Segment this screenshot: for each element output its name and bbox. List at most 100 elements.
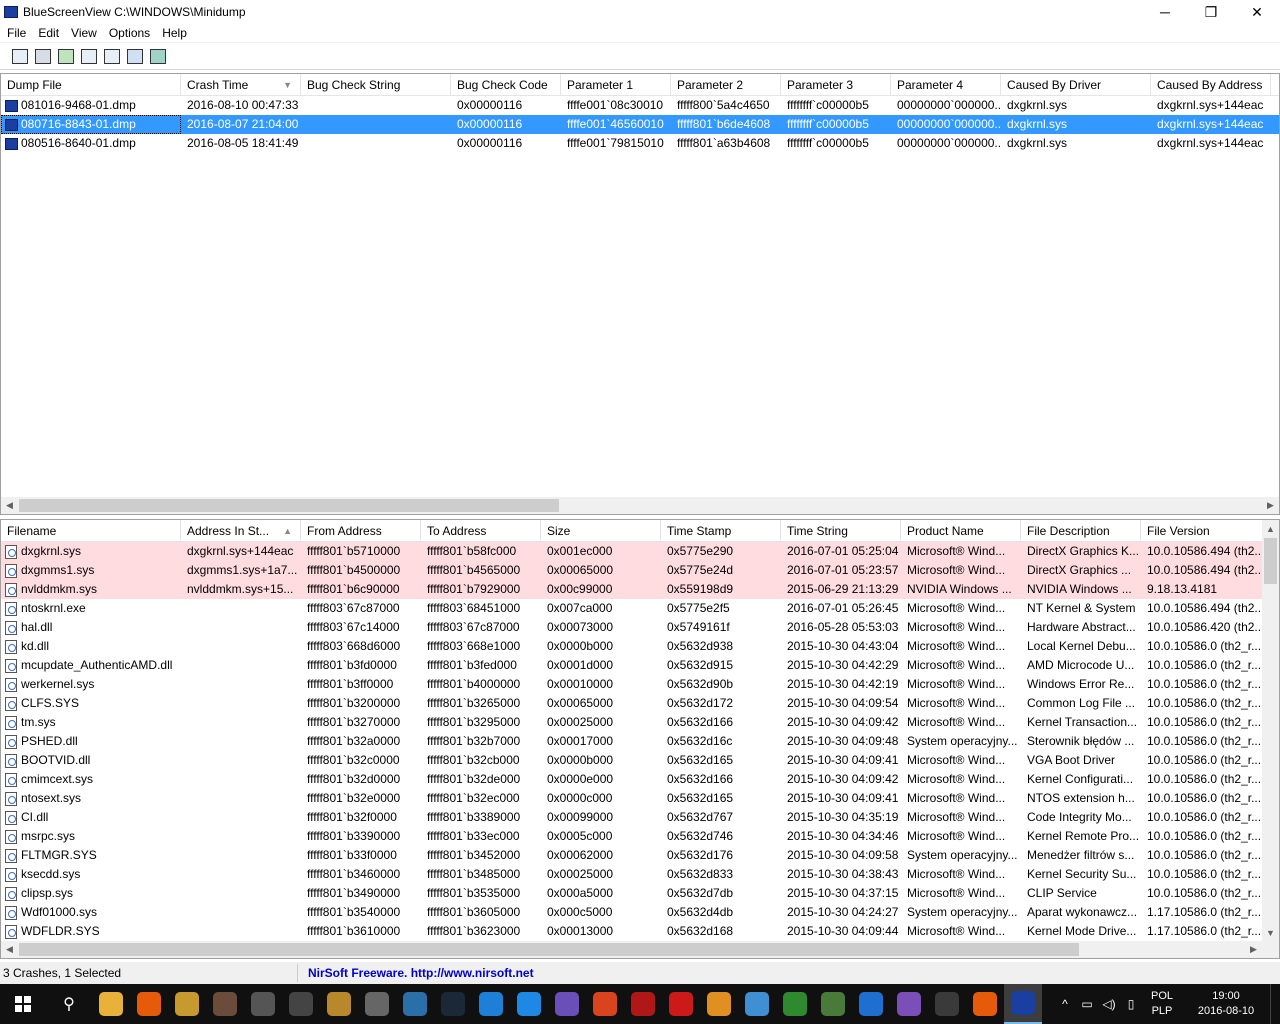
driver-row[interactable]: mcupdate_AuthenticAMD.dll fffff801`b3fd00… (1, 656, 1279, 675)
message-icon[interactable]: ▯ (1120, 997, 1142, 1011)
driver-header-from-address[interactable]: From Address (301, 520, 421, 541)
language-indicator[interactable]: POL PLP (1142, 989, 1182, 1019)
crash-header-caused-by-driver[interactable]: Caused By Driver (1001, 74, 1151, 95)
menu-help[interactable]: Help (156, 26, 193, 40)
copy-button[interactable] (77, 46, 100, 66)
menu-options[interactable]: Options (103, 26, 156, 40)
scroll-up-icon[interactable]: ▲ (1262, 520, 1279, 537)
network-icon[interactable]: ▭ (1076, 997, 1098, 1011)
taskbar-app-button[interactable] (700, 984, 738, 1024)
maximize-button[interactable]: ❐ (1188, 0, 1234, 24)
taskbar-app-button[interactable] (434, 984, 472, 1024)
taskbar-app-button[interactable] (890, 984, 928, 1024)
crash-header-bug-check-string[interactable]: Bug Check String (301, 74, 451, 95)
crash-list-hscroll[interactable]: ◀ ▶ (1, 497, 1279, 514)
driver-row[interactable]: tm.sys fffff801`b3270000 fffff801`b3295000… (1, 713, 1279, 732)
close-button[interactable]: ✕ (1234, 0, 1280, 24)
crash-header-parameter-4[interactable]: Parameter 4 (891, 74, 1001, 95)
driver-row[interactable]: Wdf01000.sys fffff801`b3540000 fffff801`b3… (1, 903, 1279, 922)
driver-row[interactable]: PSHED.dll fffff801`b32a0000 fffff801`b32b7… (1, 732, 1279, 751)
scroll-left-icon[interactable]: ◀ (1, 497, 18, 514)
taskbar-app-button[interactable] (928, 984, 966, 1024)
crash-row[interactable]: 080716-8843-01.dmp 2016-08-07 21:04:00 0x0… (1, 115, 1279, 134)
driver-row[interactable]: FLTMGR.SYS fffff801`b33f0000 fffff801`b345… (1, 846, 1279, 865)
crash-header-bug-check-code[interactable]: Bug Check Code (451, 74, 561, 95)
taskbar-app-button[interactable] (358, 984, 396, 1024)
exit-button[interactable] (146, 46, 169, 66)
options-button[interactable] (100, 46, 123, 66)
driver-row[interactable]: ntosext.sys fffff801`b32e0000 fffff801`b32… (1, 789, 1279, 808)
crash-header-caused-by-address[interactable]: Caused By Address (1151, 74, 1271, 95)
taskbar-app-button[interactable] (852, 984, 890, 1024)
scroll-left-icon[interactable]: ◀ (1, 941, 18, 958)
driver-row[interactable]: clipsp.sys fffff801`b3490000 fffff801`b353… (1, 884, 1279, 903)
menu-view[interactable]: View (65, 26, 103, 40)
scroll-right-icon[interactable]: ▶ (1262, 497, 1279, 514)
driver-row[interactable]: werkernel.sys fffff801`b3ff0000 fffff801`b… (1, 675, 1279, 694)
driver-row[interactable]: CLFS.SYS fffff801`b3200000 fffff801`b32650… (1, 694, 1279, 713)
clock[interactable]: 19:00 2016-08-10 (1182, 989, 1270, 1019)
driver-row[interactable]: ksecdd.sys fffff801`b3460000 fffff801`b348… (1, 865, 1279, 884)
taskbar-app-button[interactable] (244, 984, 282, 1024)
driver-row[interactable]: hal.dll fffff803`67c14000 fffff803`67c8700… (1, 618, 1279, 637)
driver-header-address-in-st[interactable]: Address In St... ▲ (181, 520, 301, 541)
driver-header-file-description[interactable]: File Description (1021, 520, 1141, 541)
taskbar-app-button[interactable] (472, 984, 510, 1024)
volume-icon[interactable]: ◁) (1098, 997, 1120, 1011)
taskbar-app-button[interactable] (396, 984, 434, 1024)
minimize-button[interactable]: ─ (1142, 0, 1188, 24)
start-button[interactable] (0, 984, 46, 1024)
crash-row[interactable]: 081016-9468-01.dmp 2016-08-10 00:47:33 0x0… (1, 96, 1279, 115)
nirsoft-link[interactable]: NirSoft Freeware. http://www.nirsoft.net (298, 966, 534, 980)
hscroll-thumb[interactable] (19, 943, 1079, 956)
taskbar-app-button[interactable] (662, 984, 700, 1024)
tray-chevron-icon[interactable]: ^ (1054, 997, 1076, 1011)
taskbar-app-button[interactable] (586, 984, 624, 1024)
taskbar-app-button[interactable] (776, 984, 814, 1024)
taskbar-app-button[interactable] (282, 984, 320, 1024)
driver-header-size[interactable]: Size (541, 520, 661, 541)
taskbar-app-button[interactable] (548, 984, 586, 1024)
crash-row[interactable]: 080516-8640-01.dmp 2016-08-05 18:41:49 0x0… (1, 134, 1279, 153)
taskbar-app-button[interactable] (92, 984, 130, 1024)
taskbar-app-button[interactable] (624, 984, 662, 1024)
refresh-button[interactable] (54, 46, 77, 66)
search-button[interactable] (123, 46, 146, 66)
crash-header-parameter-1[interactable]: Parameter 1 (561, 74, 671, 95)
save-button[interactable] (31, 46, 54, 66)
taskbar-app-button[interactable] (814, 984, 852, 1024)
driver-row[interactable]: WDFLDR.SYS fffff801`b3610000 fffff801`b362… (1, 922, 1279, 941)
driver-row[interactable]: dxgkrnl.sys dxgkrnl.sys+144eac fffff801`b5… (1, 542, 1279, 561)
taskbar-app-button[interactable] (966, 984, 1004, 1024)
driver-header-time-stamp[interactable]: Time Stamp (661, 520, 781, 541)
crash-header-parameter-3[interactable]: Parameter 3 (781, 74, 891, 95)
show-desktop-button[interactable] (1270, 984, 1280, 1024)
driver-header-product-name[interactable]: Product Name (901, 520, 1021, 541)
search-button[interactable]: ⚲ (46, 984, 92, 1024)
driver-header-time-string[interactable]: Time String (781, 520, 901, 541)
properties-button[interactable] (8, 46, 31, 66)
driver-row[interactable]: cmimcext.sys fffff801`b32d0000 fffff801`b3… (1, 770, 1279, 789)
driver-list-hscroll[interactable]: ◀ ▶ (1, 941, 1279, 958)
driver-header-to-address[interactable]: To Address (421, 520, 541, 541)
vscroll-thumb[interactable] (1264, 538, 1277, 584)
taskbar-app-button[interactable] (168, 984, 206, 1024)
driver-row[interactable]: msrpc.sys fffff801`b3390000 fffff801`b33ec… (1, 827, 1279, 846)
hscroll-thumb[interactable] (19, 499, 559, 512)
driver-row[interactable]: CI.dll fffff801`b32f0000 fffff801`b3389000… (1, 808, 1279, 827)
taskbar-app-button[interactable] (320, 984, 358, 1024)
scroll-down-icon[interactable]: ▼ (1262, 924, 1279, 941)
driver-row[interactable]: dxgmms1.sys dxgmms1.sys+1a7... fffff801`b4… (1, 561, 1279, 580)
menu-file[interactable]: File (0, 26, 32, 40)
taskbar-app-button[interactable] (130, 984, 168, 1024)
scroll-right-icon[interactable]: ▶ (1245, 941, 1262, 958)
driver-header-file-version[interactable]: File Version (1141, 520, 1264, 541)
taskbar-app-button[interactable] (1004, 984, 1042, 1024)
driver-row[interactable]: BOOTVID.dll fffff801`b32c0000 fffff801`b32… (1, 751, 1279, 770)
driver-list-vscroll[interactable]: ▲ ▼ (1262, 520, 1279, 941)
menu-edit[interactable]: Edit (32, 26, 65, 40)
driver-row[interactable]: ntoskrnl.exe fffff803`67c87000 fffff803`68… (1, 599, 1279, 618)
driver-row[interactable]: nvlddmkm.sys nvlddmkm.sys+15... fffff801`b… (1, 580, 1279, 599)
taskbar-app-button[interactable] (510, 984, 548, 1024)
taskbar-app-button[interactable] (206, 984, 244, 1024)
